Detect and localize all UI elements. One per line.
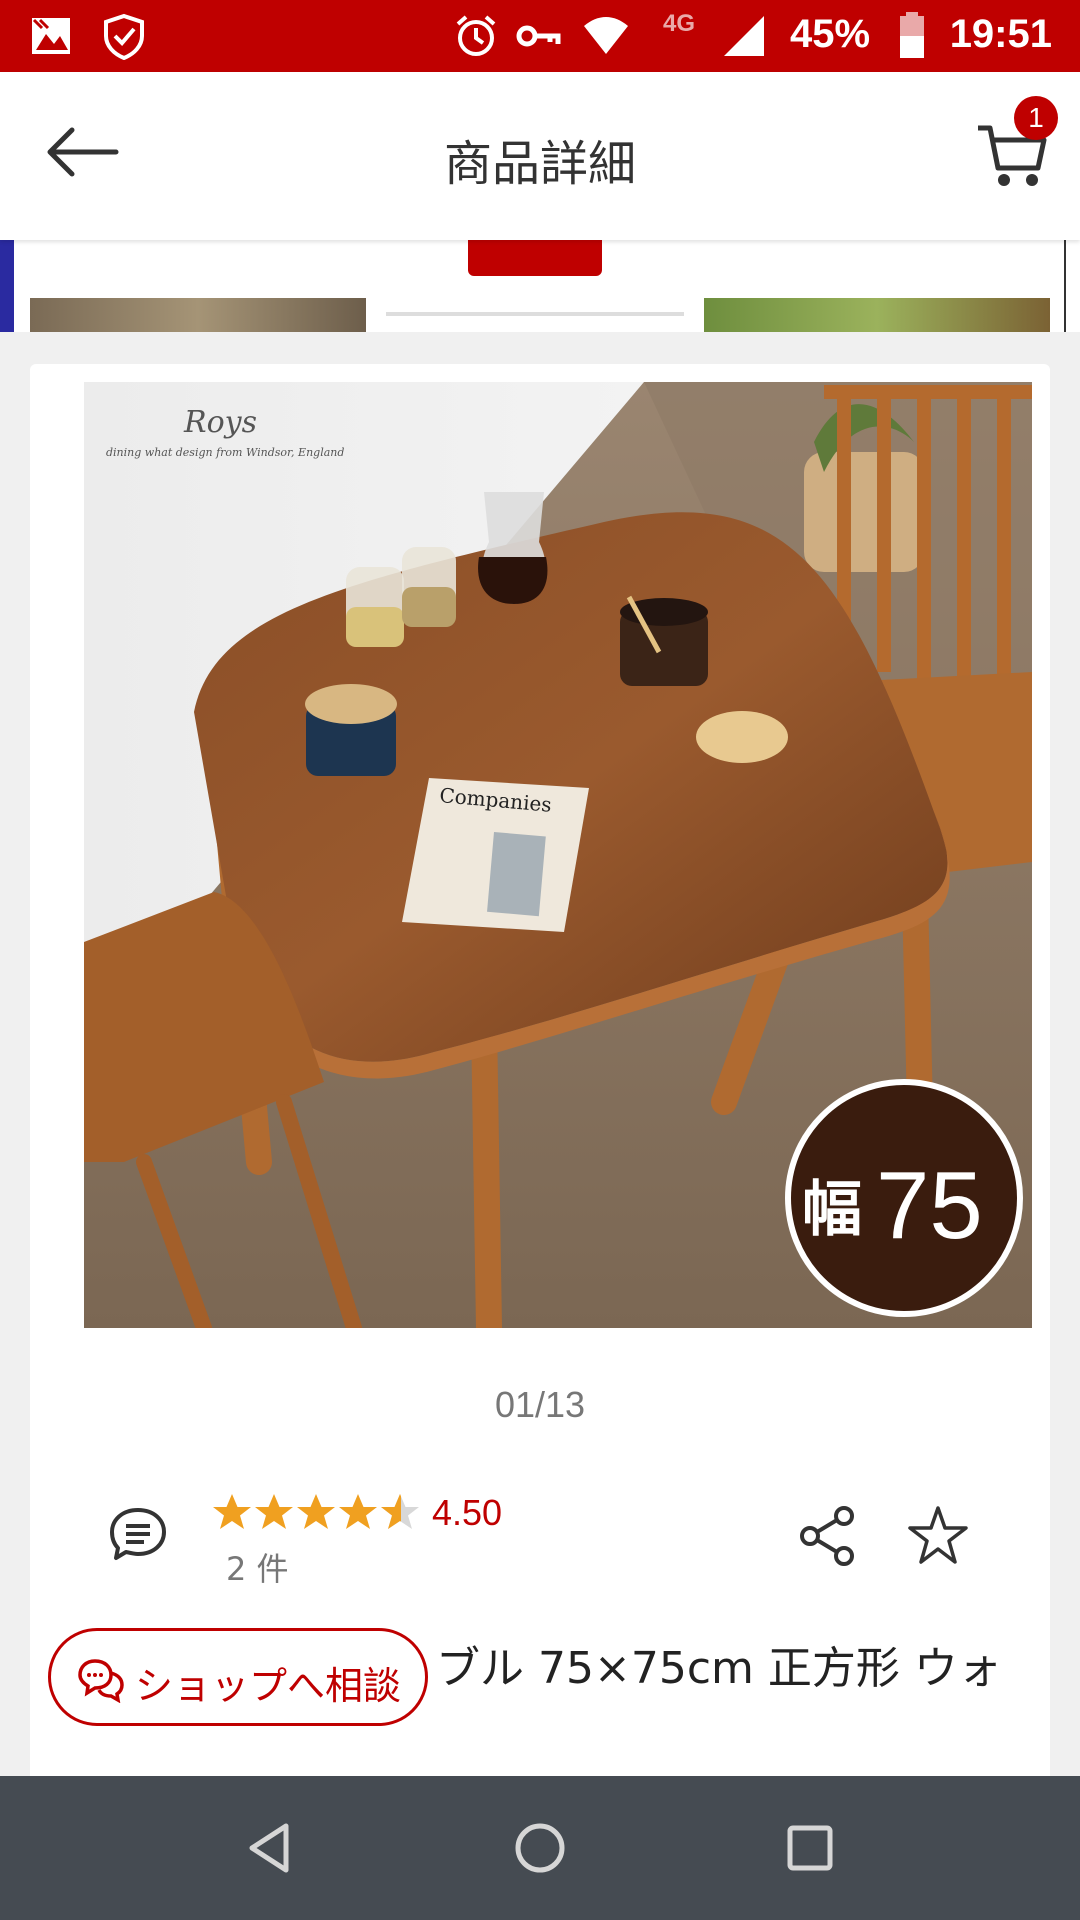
cart-count-badge: 1	[1014, 96, 1058, 140]
banner-divider	[386, 312, 684, 316]
star-icon	[339, 1494, 377, 1529]
clock: 19:51	[949, 12, 1052, 56]
shop-consult-button[interactable]: ショップへ相談	[48, 1628, 428, 1726]
nav-home-icon[interactable]	[510, 1818, 570, 1878]
favorite-star-icon[interactable]	[906, 1504, 970, 1568]
review-count[interactable]: 2 件	[226, 1544, 289, 1590]
cell-signal-icon	[724, 16, 764, 56]
app-header: 商品詳細	[0, 72, 1080, 240]
share-icon[interactable]	[796, 1504, 860, 1568]
width-badge-kanji: 幅	[802, 1175, 862, 1245]
network-type: 4G	[663, 10, 696, 37]
product-image[interactable]: Companies Roys dining what design from W…	[84, 382, 1032, 1328]
gallery-icon	[32, 18, 70, 54]
battery-percent: 45%	[790, 12, 871, 56]
nav-back-icon[interactable]	[240, 1818, 300, 1878]
star-icon	[255, 1494, 293, 1529]
battery-icon	[900, 12, 924, 58]
image-counter: 01/13	[494, 1384, 586, 1425]
promo-banner-strip[interactable]	[0, 240, 1080, 332]
banner-image-right	[704, 298, 1050, 332]
rating-value: 4.50	[432, 1492, 503, 1533]
brand-logo: Roys	[183, 405, 257, 440]
vpn-key-icon	[516, 25, 561, 47]
shop-consult-label: ショップへ相談	[135, 1664, 402, 1708]
star-icon	[213, 1494, 251, 1529]
star-icon	[297, 1494, 335, 1529]
wifi-icon	[584, 17, 628, 54]
review-icon[interactable]	[108, 1504, 168, 1564]
page-title: 商品詳細	[443, 136, 636, 192]
product-card: Companies Roys dining what design from W…	[30, 364, 1050, 1784]
brand-tagline: dining what design from Windsor, England	[106, 446, 344, 459]
system-nav-bar	[0, 1776, 1080, 1920]
rating-stars	[213, 1494, 419, 1529]
status-bar: 4G 45% 19:51	[0, 0, 1080, 72]
banner-edge-right	[1064, 240, 1080, 332]
banner-edge	[0, 240, 14, 332]
banner-sale-badge	[468, 240, 602, 276]
nav-recents-icon[interactable]	[780, 1818, 840, 1878]
chat-icon	[78, 1659, 124, 1703]
half-star-icon	[381, 1494, 419, 1529]
banner-image-left	[30, 298, 366, 332]
alarm-icon	[456, 15, 496, 56]
width-badge-value: 75	[876, 1152, 983, 1259]
shield-check-icon	[104, 13, 144, 60]
